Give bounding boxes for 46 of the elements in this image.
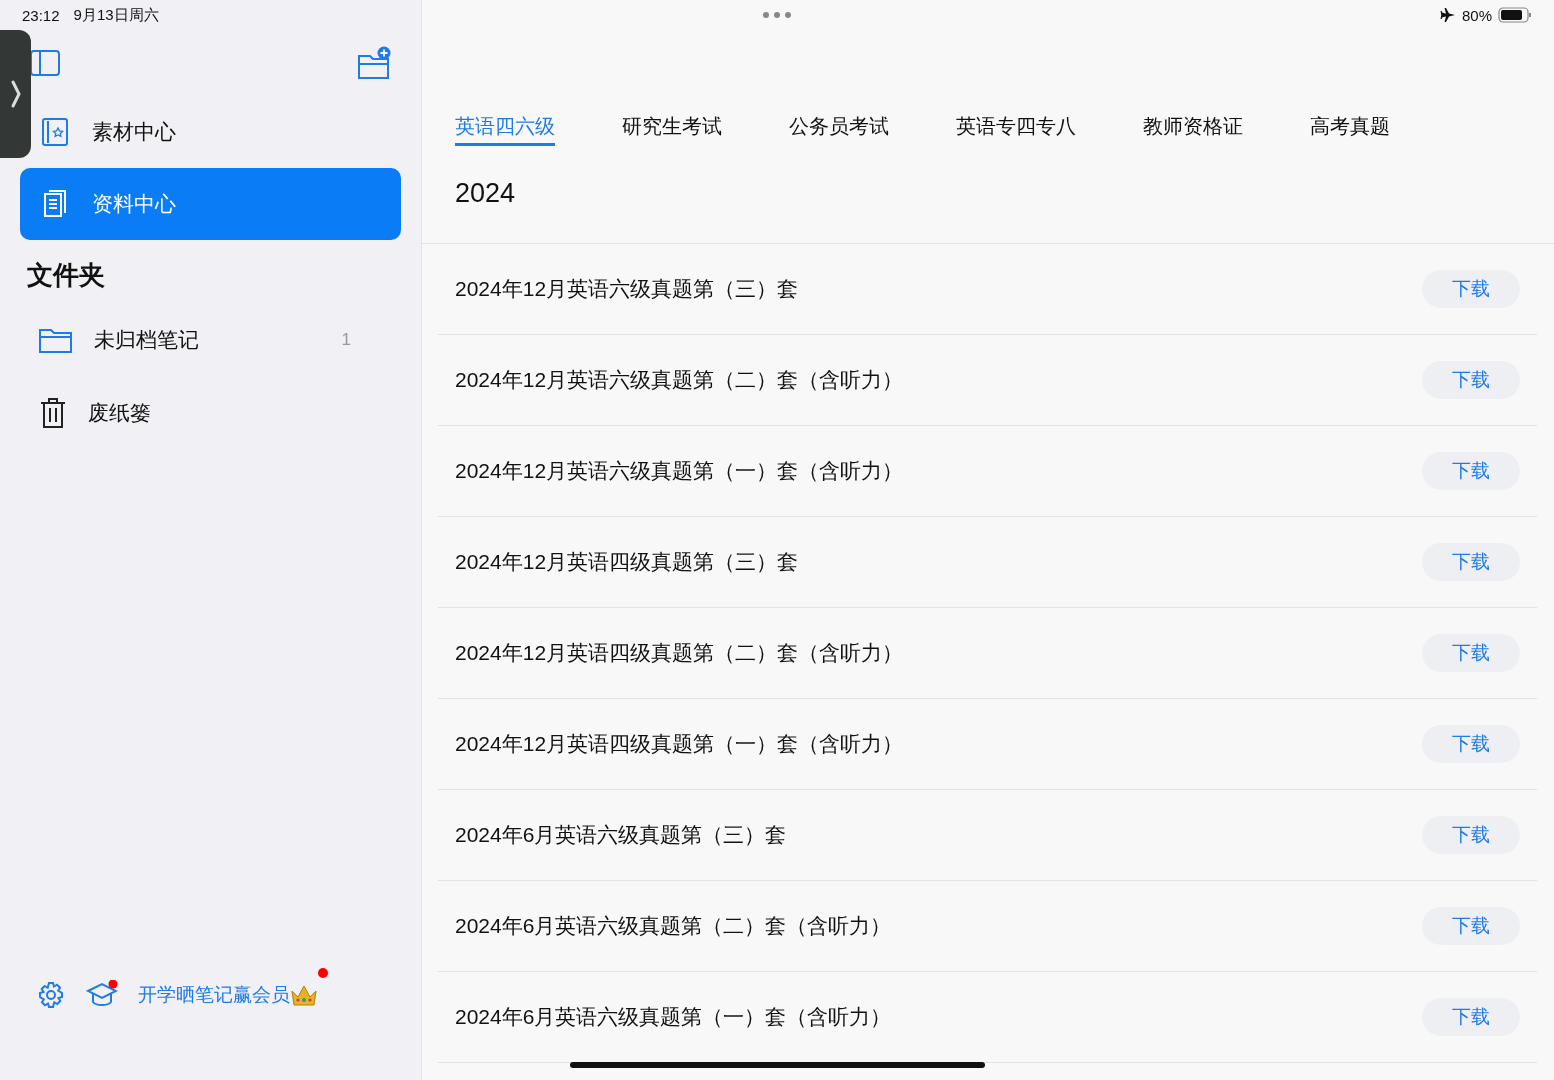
notification-dot-icon <box>318 968 328 978</box>
new-folder-icon[interactable] <box>357 46 391 80</box>
sidebar-toggle-icon[interactable] <box>30 50 60 76</box>
trash-icon <box>38 396 68 429</box>
battery-icon <box>1498 7 1532 23</box>
category-tab[interactable]: 英语专四专八 <box>956 110 1076 146</box>
document-title: 2024年6月英语六级真题第（二）套（含听力） <box>455 913 892 939</box>
category-tab[interactable]: 公务员考试 <box>789 110 889 146</box>
battery-percent: 80% <box>1461 6 1492 24</box>
status-date: 9月13日周六 <box>73 5 159 25</box>
side-handle[interactable] <box>0 30 31 158</box>
category-tab[interactable]: 研究生考试 <box>622 110 722 146</box>
category-tab[interactable]: 英语四六级 <box>455 110 555 146</box>
download-button[interactable]: 下载 <box>1422 816 1520 854</box>
promo-link[interactable]: 开学晒笔记赢会员 <box>138 982 290 1008</box>
settings-icon[interactable] <box>36 980 66 1010</box>
download-button[interactable]: 下载 <box>1422 725 1520 763</box>
status-time: 23:12 <box>22 6 60 24</box>
download-button[interactable]: 下载 <box>1422 452 1520 490</box>
document-title: 2024年12月英语四级真题第（三）套 <box>455 549 799 575</box>
document-title: 2024年6月英语六级真题第（一）套（含听力） <box>455 1004 892 1030</box>
chevron-right-icon <box>9 79 22 109</box>
airplane-icon <box>1439 7 1456 23</box>
download-button[interactable]: 下载 <box>1422 634 1520 672</box>
section-title: 2024 <box>454 177 517 210</box>
download-button[interactable]: 下载 <box>1422 270 1520 308</box>
document-title: 2024年12月英语六级真题第（一）套（含听力） <box>455 458 904 484</box>
category-tab[interactable]: 教师资格证 <box>1143 110 1243 146</box>
document-title: 2024年12月英语六级真题第（二）套（含听力） <box>455 367 904 393</box>
document-title: 2024年12月英语六级真题第（三）套 <box>455 276 799 302</box>
folder-label[interactable]: 废纸篓 <box>88 398 351 427</box>
download-button[interactable]: 下载 <box>1422 907 1520 945</box>
crown-icon <box>290 983 318 1007</box>
document-title: 2024年6月英语六级真题第（三）套 <box>455 822 787 848</box>
folder-label[interactable]: 未归档笔记 <box>94 325 322 354</box>
multitasking-icon[interactable] <box>762 11 792 19</box>
document-title: 2024年12月英语四级真题第（二）套（含听力） <box>455 640 904 666</box>
sidebar-item[interactable]: 资料中心 <box>20 168 401 240</box>
document-title: 2024年12月英语四级真题第（一）套（含听力） <box>455 731 904 757</box>
download-button[interactable]: 下载 <box>1422 361 1520 399</box>
item-count: 1 <box>341 329 351 350</box>
sidebar-item[interactable]: 素材中心 <box>34 96 401 168</box>
category-tab[interactable]: 高考真题 <box>1310 110 1390 146</box>
download-button[interactable]: 下载 <box>1422 543 1520 581</box>
download-button[interactable]: 下载 <box>1422 998 1520 1036</box>
section-heading: 文件夹 <box>27 259 106 292</box>
